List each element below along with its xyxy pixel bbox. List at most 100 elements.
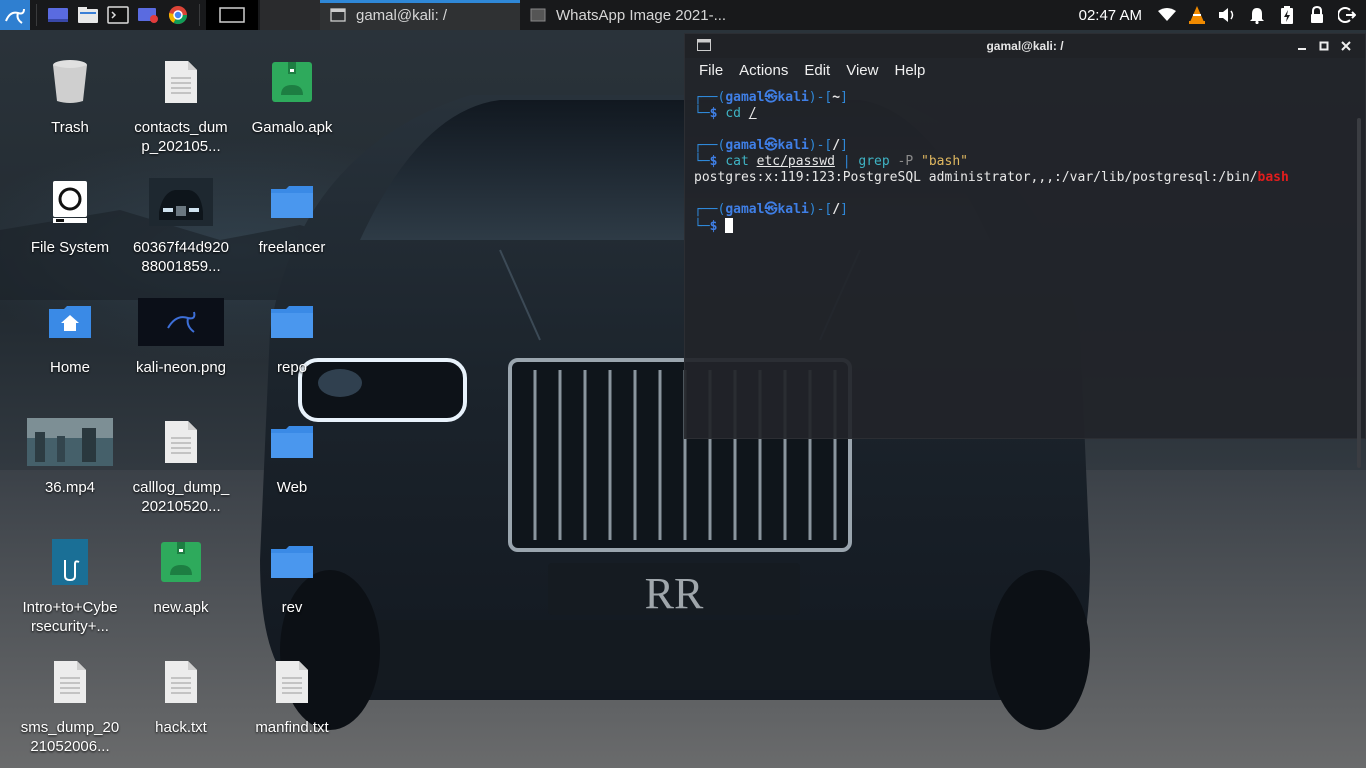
- desktop-icon-sms-dump[interactable]: sms_dump_2021052006...: [20, 650, 120, 756]
- volume-icon[interactable]: [1217, 5, 1237, 25]
- minimize-icon: [1298, 48, 1306, 50]
- desktop-icon-intro-cybersecurity[interactable]: Intro+to+Cybersecurity+...: [20, 530, 120, 636]
- task-terminal[interactable]: gamal@kali: /: [320, 0, 520, 30]
- desktop-icon-file-system[interactable]: File System: [20, 170, 120, 257]
- terminal-titlebar[interactable]: gamal@kali: /: [685, 34, 1365, 58]
- desktop-icon-calllog-dump[interactable]: calllog_dump_20210520...: [131, 410, 231, 516]
- desktop-icon-manfind-txt[interactable]: manfind.txt: [242, 650, 342, 737]
- terminal-output[interactable]: ┌──(gamal㉿kali)-[~] └─$ cd / ┌──(gamal㉿k…: [685, 90, 1365, 438]
- output-text: postgres:x:119:123:PostgreSQL administra…: [694, 170, 1258, 185]
- notifications-bell-icon[interactable]: [1247, 5, 1267, 25]
- desktop-icon-label: 60367f44d92088001859...: [133, 239, 229, 275]
- terminal-launcher-icon[interactable]: [105, 2, 131, 28]
- command-arg: /: [748, 106, 757, 121]
- screen-recorder-icon[interactable]: [135, 2, 161, 28]
- command: cd: [725, 106, 741, 121]
- desktop-icon-label: Web: [276, 479, 308, 496]
- command-line: └─$ cat etc/passwd | grep -P "bash": [694, 154, 968, 169]
- drive-icon: [52, 170, 88, 234]
- command-line: └─$ cd /: [694, 106, 757, 121]
- prompt-host: kali: [777, 138, 809, 153]
- desktop-icon-label: contacts_dump_202105...: [134, 119, 228, 155]
- menu-edit[interactable]: Edit: [804, 62, 830, 79]
- text-cursor: [725, 218, 734, 233]
- command: cat: [725, 154, 749, 169]
- terminal-title: gamal@kali: /: [986, 39, 1064, 53]
- desktop-icon-repo[interactable]: repo: [242, 290, 342, 377]
- minimize-button[interactable]: [1291, 37, 1313, 55]
- folder-icon: [270, 410, 314, 474]
- desktop-icon-label: Intro+to+Cybersecurity+...: [22, 599, 118, 635]
- desktop-icon-new-apk[interactable]: new.apk: [131, 530, 231, 617]
- image-thumbnail: [138, 290, 224, 354]
- prompt-host: kali: [777, 202, 809, 217]
- command-flag: -P: [897, 154, 914, 169]
- workspace-1[interactable]: [206, 0, 258, 30]
- desktop-icon-image-60367f44[interactable]: 60367f44d92088001859...: [131, 170, 231, 276]
- trash-icon: [51, 50, 89, 114]
- command-line[interactable]: └─$: [694, 218, 1365, 234]
- desktop-icon-freelancer[interactable]: freelancer: [242, 170, 342, 257]
- task-label: gamal@kali: /: [356, 6, 448, 24]
- menu-actions[interactable]: Actions: [739, 62, 788, 79]
- desktop-icon-label: repo: [276, 359, 308, 376]
- prompt-line: ┌──(gamal㉿kali)-[~]: [694, 90, 848, 105]
- apk-package-icon: [271, 50, 313, 114]
- lock-icon[interactable]: [1307, 5, 1327, 25]
- text-file-icon: [53, 650, 87, 714]
- terminal-scrollbar[interactable]: [1357, 118, 1361, 468]
- desktop-icon-label: calllog_dump_20210520...: [132, 479, 230, 515]
- desktop-icon-label: Home: [49, 359, 90, 376]
- command: grep: [858, 154, 890, 169]
- workspace-2[interactable]: [260, 0, 320, 30]
- chrome-icon[interactable]: [165, 2, 191, 28]
- maximize-button[interactable]: [1313, 37, 1335, 55]
- wifi-icon[interactable]: [1157, 5, 1177, 25]
- desktop-icon-kali-neon[interactable]: kali-neon.png: [131, 290, 231, 377]
- desktop-icon-label: hack.txt: [155, 719, 207, 736]
- task-image-viewer[interactable]: WhatsApp Image 2021-...: [520, 0, 736, 30]
- desktop-icon-label: rev: [281, 599, 303, 616]
- kali-menu-icon[interactable]: [0, 0, 30, 30]
- terminal-window[interactable]: gamal@kali: / File Actions Edit View Hel…: [684, 33, 1366, 468]
- menu-help[interactable]: Help: [894, 62, 925, 79]
- desktop-icon-label: new.apk: [153, 599, 209, 616]
- text-file-icon: [164, 410, 198, 474]
- desktop-icon-home[interactable]: Home: [20, 290, 120, 377]
- desktop-icon-label: Gamalo.apk: [251, 119, 333, 136]
- show-desktop-icon[interactable]: [45, 2, 71, 28]
- prompt-user: gamal: [725, 138, 765, 153]
- prompt-dir: ~: [832, 90, 841, 105]
- folder-icon: [270, 530, 314, 594]
- pdf-document-icon: [51, 530, 89, 594]
- battery-charging-icon[interactable]: [1277, 5, 1297, 25]
- prompt-dir: /: [832, 202, 841, 217]
- desktop-icon-rev[interactable]: rev: [242, 530, 342, 617]
- folder-icon: [270, 290, 314, 354]
- output-line: postgres:x:119:123:PostgreSQL administra…: [694, 170, 1365, 186]
- close-button[interactable]: [1335, 37, 1357, 55]
- prompt-host: kali: [777, 90, 809, 105]
- image-viewer-icon: [530, 8, 546, 22]
- desktop-icon-gamalo-apk[interactable]: Gamalo.apk: [242, 50, 342, 137]
- prompt-user: gamal: [725, 90, 765, 105]
- file-manager-icon[interactable]: [75, 2, 101, 28]
- desktop-icon-hack-txt[interactable]: hack.txt: [131, 650, 231, 737]
- desktop-icon-web[interactable]: Web: [242, 410, 342, 497]
- text-file-icon: [164, 50, 198, 114]
- logout-icon[interactable]: [1337, 5, 1357, 25]
- desktop-icon-label: sms_dump_2021052006...: [20, 719, 120, 755]
- desktop-icon-trash[interactable]: Trash: [20, 50, 120, 137]
- desktop-icon-label: manfind.txt: [255, 719, 329, 736]
- svg-text:RR: RR: [645, 569, 704, 618]
- vlc-icon[interactable]: [1187, 5, 1207, 25]
- desktop-icon-36-mp4[interactable]: 36.mp4: [20, 410, 120, 497]
- video-thumbnail: [27, 410, 113, 474]
- menu-file[interactable]: File: [699, 62, 723, 79]
- text-file-icon: [275, 650, 309, 714]
- output-match: bash: [1257, 170, 1289, 185]
- desktop-icon-contacts-dump[interactable]: contacts_dump_202105...: [131, 50, 231, 156]
- clock[interactable]: 02:47 AM: [1079, 7, 1142, 24]
- desktop-icon-label: Trash: [51, 119, 89, 136]
- menu-view[interactable]: View: [846, 62, 878, 79]
